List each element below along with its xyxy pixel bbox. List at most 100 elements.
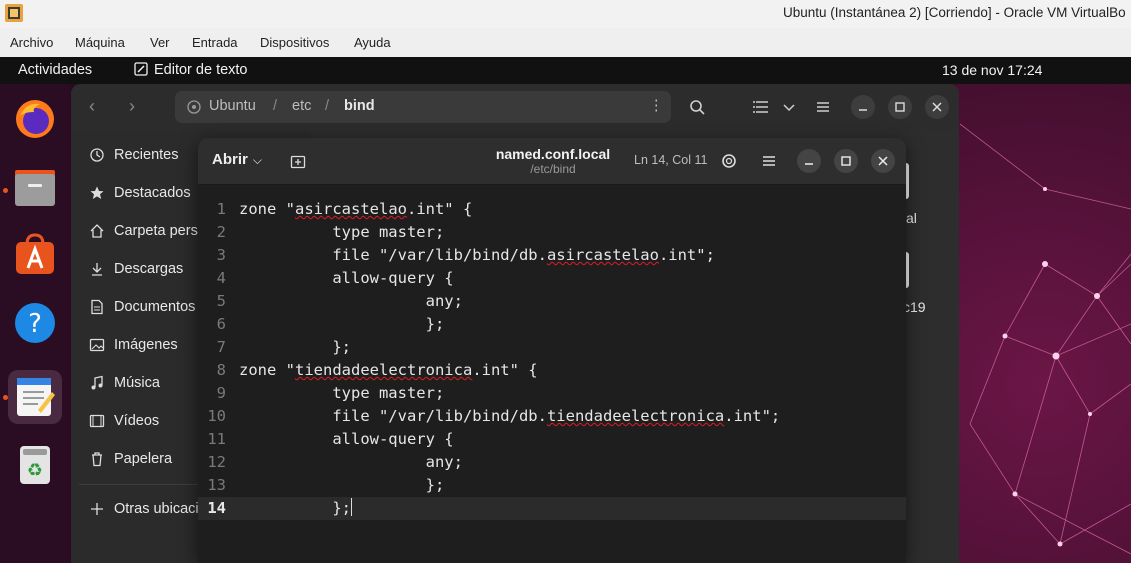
spellcheck-error[interactable]: tiendadeelectronica [547, 407, 724, 425]
open-button[interactable]: Abrir ⌵ [212, 151, 262, 168]
file-label[interactable]: al [906, 210, 917, 226]
code-line[interactable]: 3 file "/var/lib/bind/db.asircastelao.in… [198, 244, 906, 267]
sidebar-item-label: Destacados [114, 185, 191, 201]
image-icon [89, 338, 105, 352]
trash-icon: ♻ [20, 446, 50, 484]
dock-text-editor[interactable] [8, 370, 62, 424]
code-line[interactable]: 2 type master; [198, 221, 906, 244]
line-text: any; [239, 292, 463, 310]
minimize-icon[interactable] [851, 95, 875, 119]
path-segment-current[interactable]: bind [344, 98, 375, 114]
back-button[interactable]: ‹ [89, 96, 95, 117]
document-settings-icon[interactable] [717, 149, 741, 173]
line-text: zone "asircastelao.int" { [239, 200, 473, 218]
sidebar-item-label: Imágenes [114, 337, 178, 353]
svg-text:♻: ♻ [27, 460, 43, 481]
code-line[interactable]: 11 allow-query { [198, 428, 906, 451]
clock[interactable]: 13 de nov 17:24 [942, 62, 1042, 78]
list-view-icon[interactable] [749, 95, 773, 119]
line-number: 7 [216, 338, 226, 356]
line-number: 4 [216, 269, 226, 287]
line-number: 12 [207, 453, 226, 471]
line-text: file "/var/lib/bind/db.asircastelao.int"… [239, 246, 715, 264]
menu-entrada[interactable]: Entrada [192, 35, 238, 50]
gnome-top-bar: Actividades Editor de texto 13 de nov 17… [0, 57, 1131, 84]
spellcheck-error[interactable]: asircastelao [547, 246, 659, 264]
menu-archivo[interactable]: Archivo [10, 35, 53, 50]
download-icon [92, 263, 102, 276]
cursor-position[interactable]: Ln 14, Col 11 [634, 153, 707, 167]
line-number: 11 [207, 430, 226, 448]
line-number: 13 [207, 476, 226, 494]
clock-icon [90, 148, 104, 162]
trash-icon [92, 452, 102, 467]
virtualbox-menubar: Archivo Máquina Ver Entrada Dispositivos… [0, 28, 1131, 58]
file-label[interactable]: c19 [903, 299, 926, 315]
menu-dispositivos[interactable]: Dispositivos [260, 35, 329, 50]
document-path: /etc/bind [530, 162, 576, 176]
hamburger-menu-icon[interactable] [757, 149, 781, 173]
menu-ver[interactable]: Ver [150, 35, 170, 50]
code-line[interactable]: 6 }; [198, 313, 906, 336]
line-text: }; [239, 476, 445, 494]
svg-text:?: ? [28, 309, 42, 339]
menu-maquina[interactable]: Máquina [75, 35, 125, 50]
view-options-chevron-icon[interactable] [777, 95, 801, 119]
code-line[interactable]: 10 file "/var/lib/bind/db.tiendadeelectr… [198, 405, 906, 428]
code-line[interactable]: 7 }; [198, 336, 906, 359]
search-icon[interactable] [685, 95, 709, 119]
maximize-icon[interactable] [888, 95, 912, 119]
path-bar[interactable]: Ubuntu / etc / bind ⋮ [175, 91, 671, 123]
files-header: ‹ › Ubuntu / etc / bind ⋮ [71, 84, 959, 130]
dock-firefox[interactable] [8, 92, 62, 146]
dock: ? ♻ [0, 84, 70, 563]
path-menu-icon[interactable]: ⋮ [649, 98, 664, 114]
sidebar-item-label: Descargas [114, 261, 184, 277]
line-text: type master; [239, 384, 445, 402]
spellcheck-error[interactable]: asircastelao [295, 200, 407, 218]
text-cursor [350, 498, 352, 516]
code-line[interactable]: 9 type master; [198, 382, 906, 405]
line-number: 2 [216, 223, 226, 241]
menu-ayuda[interactable]: Ayuda [354, 35, 391, 50]
hamburger-menu-icon[interactable] [811, 95, 835, 119]
close-icon[interactable] [925, 95, 949, 119]
line-number: 6 [216, 315, 226, 333]
dock-software[interactable] [8, 228, 62, 282]
star-icon [90, 186, 104, 199]
app-menu[interactable]: Editor de texto [134, 62, 248, 78]
spellcheck-error[interactable]: tiendadeelectronica [295, 361, 472, 379]
code-line[interactable]: 5 any; [198, 290, 906, 313]
document-icon [91, 299, 103, 315]
dock-trash[interactable]: ♻ [8, 436, 62, 490]
path-segment[interactable]: Ubuntu [209, 98, 256, 114]
maximize-icon[interactable] [834, 149, 858, 173]
line-text: }; [239, 498, 352, 517]
line-text: file "/var/lib/bind/db.tiendadeelectroni… [239, 407, 781, 425]
line-number: 14 [207, 499, 226, 517]
code-line[interactable]: 1 zone "asircastelao.int" { [198, 198, 906, 221]
code-line[interactable]: 8 zone "tiendadeelectronica.int" { [198, 359, 906, 382]
sidebar-item-label: Vídeos [114, 413, 160, 429]
activities-button[interactable]: Actividades [18, 62, 92, 78]
code-area[interactable]: 1 zone "asircastelao.int" { 2 type master;… [198, 198, 906, 520]
new-document-icon[interactable] [290, 153, 306, 169]
close-icon[interactable] [871, 149, 895, 173]
forward-button[interactable]: › [129, 96, 135, 117]
minimize-icon[interactable] [797, 149, 821, 173]
code-line[interactable]: 4 allow-query { [198, 267, 906, 290]
code-line[interactable]: 14 }; [198, 497, 906, 520]
sidebar-item-label: Música [114, 375, 160, 391]
dock-files[interactable] [8, 160, 62, 214]
code-line[interactable]: 12 any; [198, 451, 906, 474]
files-icon [15, 170, 55, 206]
line-number: 1 [216, 200, 226, 218]
path-separator: / [325, 98, 330, 114]
line-text: allow-query { [239, 430, 454, 448]
code-line[interactable]: 13 }; [198, 474, 906, 497]
document-title: named.conf.local [495, 146, 611, 162]
dock-help[interactable]: ? [8, 296, 62, 350]
drive-icon [187, 100, 201, 114]
path-segment[interactable]: etc [292, 98, 311, 114]
line-number: 5 [216, 292, 226, 310]
